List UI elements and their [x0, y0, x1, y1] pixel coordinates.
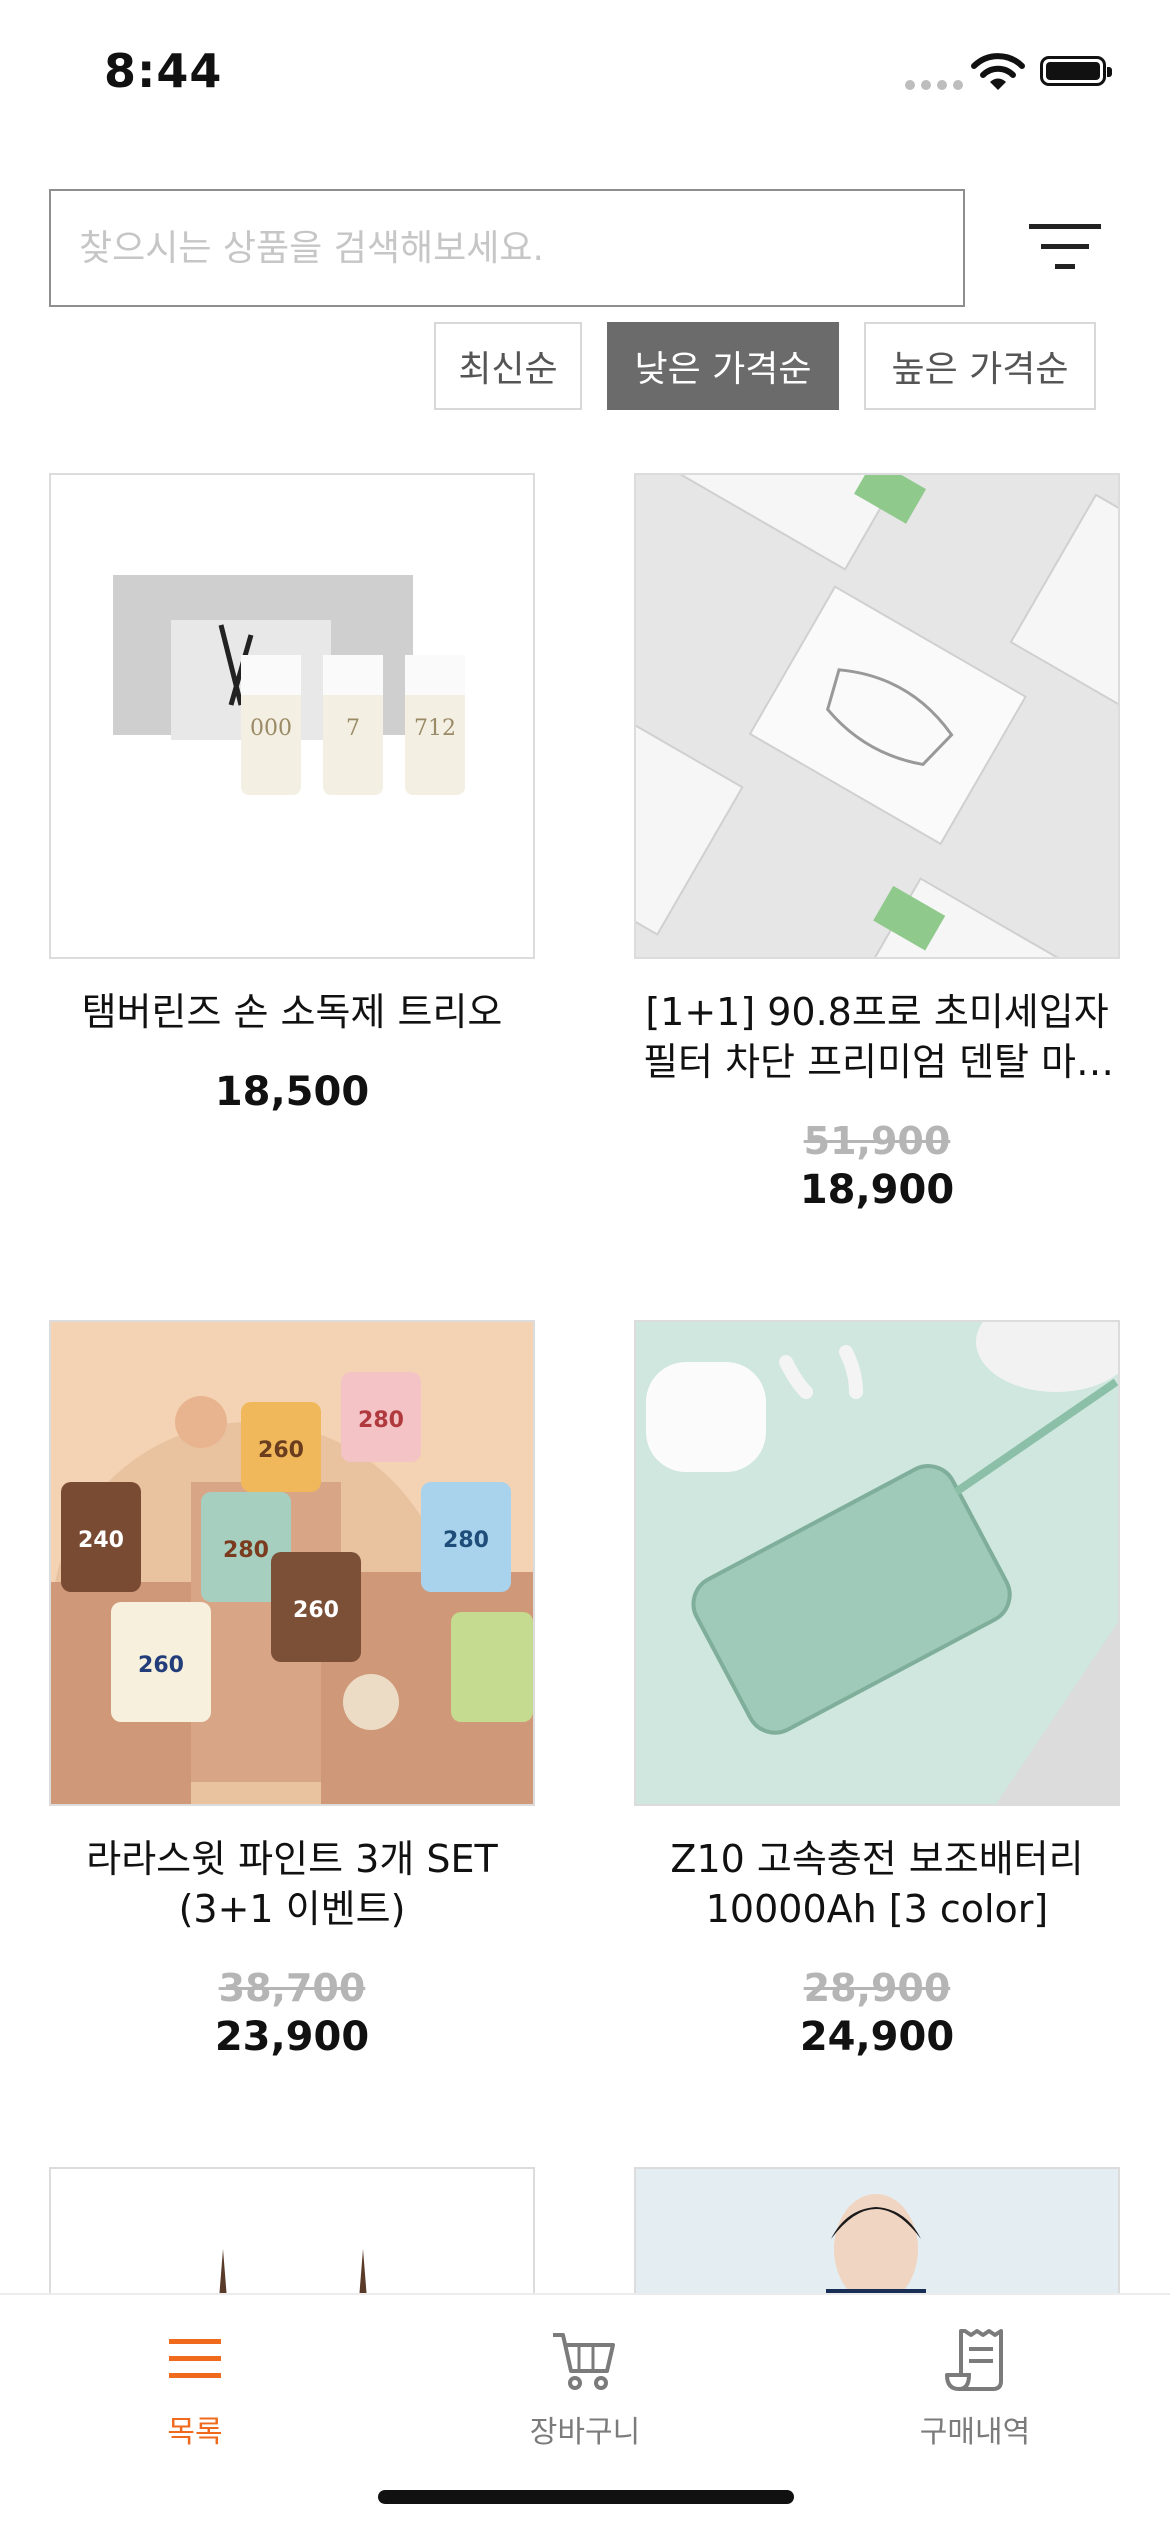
product-price: 24,900	[799, 2014, 955, 2060]
product-card[interactable]: 000 7 712 탬버린즈 손 소독제 트리오 18,500	[49, 473, 535, 1117]
sort-high-price-button[interactable]: 높은 가격순	[864, 322, 1096, 410]
battery-icon	[1040, 56, 1112, 86]
list-icon	[169, 2339, 221, 2378]
product-original-price: 28,900	[803, 1966, 951, 2010]
search-input[interactable]	[51, 191, 963, 305]
sort-newest-button[interactable]: 최신순	[434, 322, 582, 410]
product-price: 18,500	[214, 1069, 370, 1115]
product-name: 라라스윗 파인트 3개 SET (3+1 이벤트)	[86, 1837, 498, 1931]
product-original-price: 38,700	[218, 1966, 366, 2010]
wifi-icon	[971, 53, 1025, 90]
bottle-label: 000	[250, 716, 292, 741]
pint-label: 240	[78, 1528, 124, 1553]
pint-label: 280	[358, 1408, 404, 1433]
tab-label: 구매내역	[919, 2415, 1031, 2450]
status-time: 8:44	[104, 44, 223, 98]
product-price: 23,900	[214, 2014, 370, 2060]
product-image-ice-cream-pints[interactable]: 260 280 240 280 280 260 260	[49, 1320, 535, 1806]
product-card[interactable]: [1+1] 90.8프로 초미세입자 필터 차단 프리미엄 덴탈 마스크 51,…	[634, 473, 1120, 1215]
receipt-icon	[945, 2329, 1003, 2391]
product-image[interactable]	[634, 2167, 1120, 2307]
product-name: 탬버린즈 손 소독제 트리오	[81, 990, 503, 1034]
pint-label: 280	[223, 1538, 269, 1563]
cellular-signal-icon	[905, 80, 963, 90]
tab-label: 장바구니	[529, 2415, 641, 2450]
product-image[interactable]	[49, 2167, 535, 2307]
filter-icon[interactable]	[1025, 220, 1105, 276]
product-card[interactable]: Z10 고속충전 보조배터리 10000Ah [3 color] 28,900 …	[634, 1320, 1120, 2062]
home-indicator	[378, 2490, 794, 2504]
tab-purchase-history[interactable]: 구매내역	[780, 2295, 1170, 2495]
product-price: 18,900	[799, 1167, 955, 1213]
product-card[interactable]: 260 280 240 280 280 260 260 라라스윗 파인트 3개 …	[49, 1320, 535, 2062]
product-image-power-bank[interactable]	[634, 1320, 1120, 1806]
product-original-price: 51,900	[803, 1119, 951, 1163]
pint-label: 280	[443, 1528, 489, 1553]
product-name: [1+1] 90.8프로 초미세입자 필터 차단 프리미엄 덴탈 마스크	[643, 990, 1111, 1084]
product-card[interactable]	[634, 2167, 1120, 2307]
tab-list[interactable]: 목록	[0, 2295, 390, 2495]
tab-cart[interactable]: 장바구니	[390, 2295, 780, 2495]
product-name: Z10 고속충전 보조배터리 10000Ah [3 color]	[670, 1837, 1084, 1931]
tab-label: 목록	[167, 2415, 223, 2450]
product-image-dental-mask[interactable]	[634, 473, 1120, 959]
product-image-sanitizer-trio[interactable]: 000 7 712	[49, 473, 535, 959]
product-card[interactable]	[49, 2167, 535, 2307]
status-bar: 8:44	[0, 0, 1170, 140]
sort-low-price-button[interactable]: 낮은 가격순	[607, 322, 839, 410]
pint-label: 260	[293, 1598, 339, 1623]
pint-label: 260	[258, 1438, 304, 1463]
bottle-label: 7	[346, 716, 360, 741]
cart-icon	[553, 2333, 615, 2390]
bottle-label: 712	[414, 716, 456, 741]
search-field[interactable]	[49, 189, 965, 307]
pint-label: 260	[138, 1653, 184, 1678]
